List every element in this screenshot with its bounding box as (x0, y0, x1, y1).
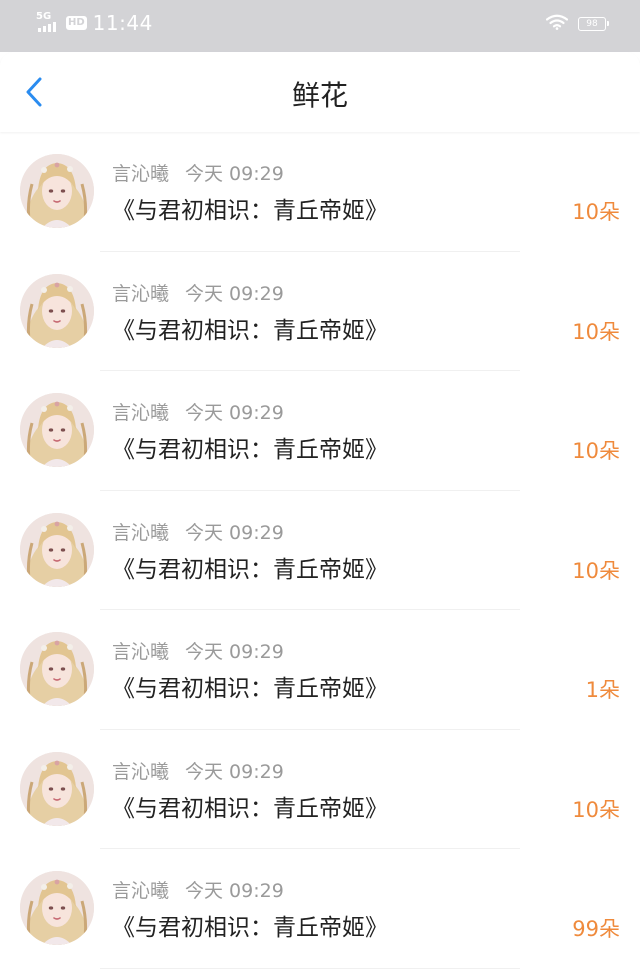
list-item[interactable]: 言沁曦 今天 09:29 《与君初相识：青丘帝姬》 10朵 (0, 132, 640, 252)
list-item[interactable]: 言沁曦 今天 09:29 《与君初相识：青丘帝姬》 10朵 (0, 730, 640, 849)
row-meta: 言沁曦 今天 09:29 (112, 879, 284, 903)
book-title: 《与君初相识：青丘帝姬》 (112, 198, 388, 224)
battery-level: 98 (586, 19, 598, 29)
book-title: 《与君初相识：青丘帝姬》 (112, 437, 388, 463)
row-meta: 言沁曦 今天 09:29 (112, 640, 284, 664)
sender-name: 言沁曦 (112, 641, 170, 663)
sender-name: 言沁曦 (112, 402, 170, 424)
row-meta: 言沁曦 今天 09:29 (112, 162, 284, 186)
send-time: 今天 09:29 (185, 521, 284, 544)
page-title: 鲜花 (291, 79, 348, 112)
sender-name: 言沁曦 (112, 760, 170, 783)
network-type: 5G (36, 11, 52, 22)
sender-name: 言沁曦 (112, 163, 170, 185)
status-left: 5G HD 11:44 (34, 11, 153, 35)
send-time: 今天 09:29 (185, 282, 284, 305)
book-title: 《与君初相识：青丘帝姬》 (112, 676, 388, 702)
book-title: 《与君初相识：青丘帝姬》 (112, 915, 388, 941)
flower-count: 10朵 (572, 439, 620, 463)
avatar (20, 393, 94, 467)
flower-count: 10朵 (572, 200, 620, 224)
status-time: 11:44 (92, 11, 153, 35)
list-item[interactable]: 言沁曦 今天 09:29 《与君初相识：青丘帝姬》 10朵 (0, 371, 640, 491)
navigation-bar: 鲜花 (0, 52, 640, 132)
send-time: 今天 09:29 (185, 760, 284, 783)
status-bar: 5G HD 11:44 98 (0, 0, 640, 52)
avatar (20, 871, 94, 945)
status-right: 98 (545, 14, 609, 34)
row-meta: 言沁曦 今天 09:29 (112, 521, 284, 545)
sender-name: 言沁曦 (112, 880, 170, 902)
row-meta: 言沁曦 今天 09:29 (112, 401, 284, 425)
list-item[interactable]: 言沁曦 今天 09:29 《与君初相识：青丘帝姬》 10朵 (0, 491, 640, 610)
send-time: 今天 09:29 (185, 402, 284, 424)
list-item[interactable]: 言沁曦 今天 09:29 《与君初相识：青丘帝姬》 10朵 (0, 252, 640, 371)
flower-count: 99朵 (572, 917, 620, 941)
flower-count: 10朵 (572, 797, 620, 822)
row-meta: 言沁曦 今天 09:29 (112, 760, 284, 784)
flower-count: 10朵 (572, 558, 620, 583)
avatar (20, 512, 94, 587)
battery-icon: 98 (578, 17, 609, 31)
cellular-signal-icon: 5G (34, 12, 60, 34)
avatar (20, 154, 94, 228)
sender-name: 言沁曦 (112, 282, 170, 305)
wifi-icon (545, 14, 569, 34)
avatar (20, 751, 94, 826)
book-title: 《与君初相识：青丘帝姬》 (112, 795, 388, 822)
send-time: 今天 09:29 (185, 880, 284, 902)
row-divider (100, 967, 520, 969)
avatar (20, 273, 94, 348)
flower-count: 1朵 (585, 678, 620, 702)
row-meta: 言沁曦 今天 09:29 (112, 282, 284, 306)
list-item[interactable]: 言沁曦 今天 09:29 《与君初相识：青丘帝姬》 99朵 (0, 849, 640, 969)
list-item[interactable]: 言沁曦 今天 09:29 《与君初相识：青丘帝姬》 1朵 (0, 610, 640, 730)
send-time: 今天 09:29 (185, 641, 284, 663)
avatar (20, 632, 94, 706)
flower-count: 10朵 (572, 319, 620, 344)
book-title: 《与君初相识：青丘帝姬》 (112, 556, 388, 583)
sender-name: 言沁曦 (112, 521, 170, 544)
flower-record-list: 言沁曦 今天 09:29 《与君初相识：青丘帝姬》 10朵 言沁曦 今天 09:… (0, 132, 640, 969)
hd-badge: HD (66, 16, 87, 30)
book-title: 《与君初相识：青丘帝姬》 (112, 317, 388, 344)
send-time: 今天 09:29 (185, 163, 284, 185)
